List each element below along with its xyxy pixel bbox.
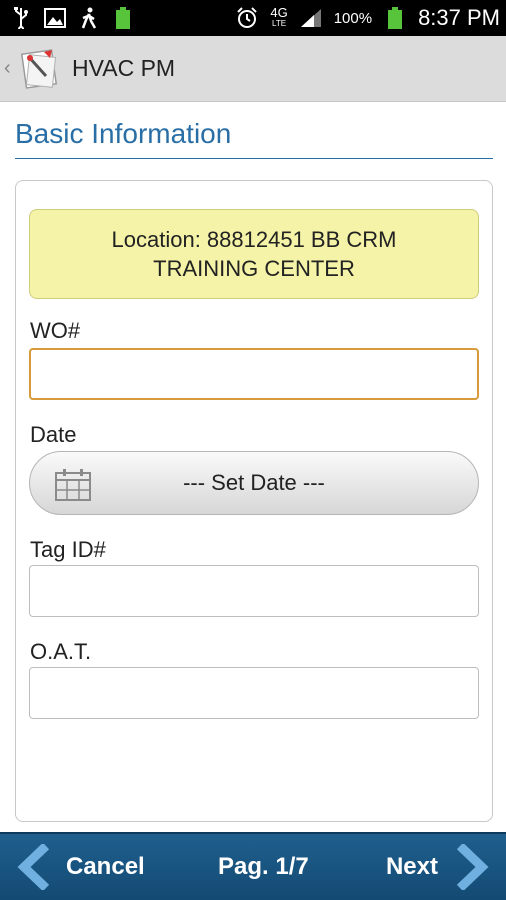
wo-label: WO# (30, 318, 81, 343)
set-date-label: --- Set Date --- (183, 470, 325, 495)
cancel-button[interactable]: Cancel (16, 834, 145, 900)
app-logo-icon[interactable] (16, 46, 62, 92)
clock-time: 8:37 PM (418, 5, 500, 30)
location-banner: Location: 88812451 BB CRM TRAINING CENTE… (29, 209, 479, 299)
network-sub-label: LTE (271, 19, 287, 28)
battery-icon (384, 7, 406, 29)
oat-label: O.A.T. (30, 639, 92, 664)
battery-charging-icon (112, 7, 134, 29)
date-label: Date (30, 422, 77, 447)
status-left (10, 7, 134, 29)
network-label: 4G (270, 5, 288, 20)
status-bar: 4G LTE 100% 8:37 PM (0, 0, 506, 36)
location-line-1: Location: 88812451 BB CRM (111, 227, 397, 252)
tag-id-input[interactable] (29, 565, 479, 617)
oat-input[interactable] (29, 667, 479, 719)
bottom-nav-bar: Cancel Pag. 1/7 Next (0, 832, 506, 900)
back-chevron-icon[interactable]: ‹ (4, 57, 14, 80)
cancel-label: Cancel (66, 853, 145, 880)
status-right: 4G LTE 100% 8:37 PM (236, 5, 500, 31)
signal-icon (300, 7, 322, 29)
tag-id-label: Tag ID# (30, 537, 106, 562)
app-bar: ‹ HVAC PM (0, 36, 506, 102)
walking-icon (78, 7, 100, 29)
image-icon (44, 7, 66, 29)
alarm-icon (236, 7, 258, 29)
usb-icon (10, 7, 32, 29)
section-title: Basic Information (15, 118, 493, 159)
app-title: HVAC PM (72, 55, 176, 81)
wo-input[interactable] (29, 348, 479, 400)
location-line-2: TRAINING CENTER (153, 256, 355, 281)
page-indicator: Pag. 1/7 (218, 853, 309, 880)
forward-arrow-icon (452, 842, 490, 892)
form-card: Location: 88812451 BB CRM TRAINING CENTE… (15, 180, 493, 822)
battery-percent: 100% (333, 9, 373, 27)
set-date-button[interactable]: --- Set Date --- (29, 451, 479, 515)
next-button[interactable]: Next (386, 834, 490, 900)
next-label: Next (385, 853, 438, 880)
calendar-icon (54, 468, 92, 502)
back-arrow-icon (16, 842, 54, 892)
network-indicator: 4G LTE (270, 5, 288, 29)
